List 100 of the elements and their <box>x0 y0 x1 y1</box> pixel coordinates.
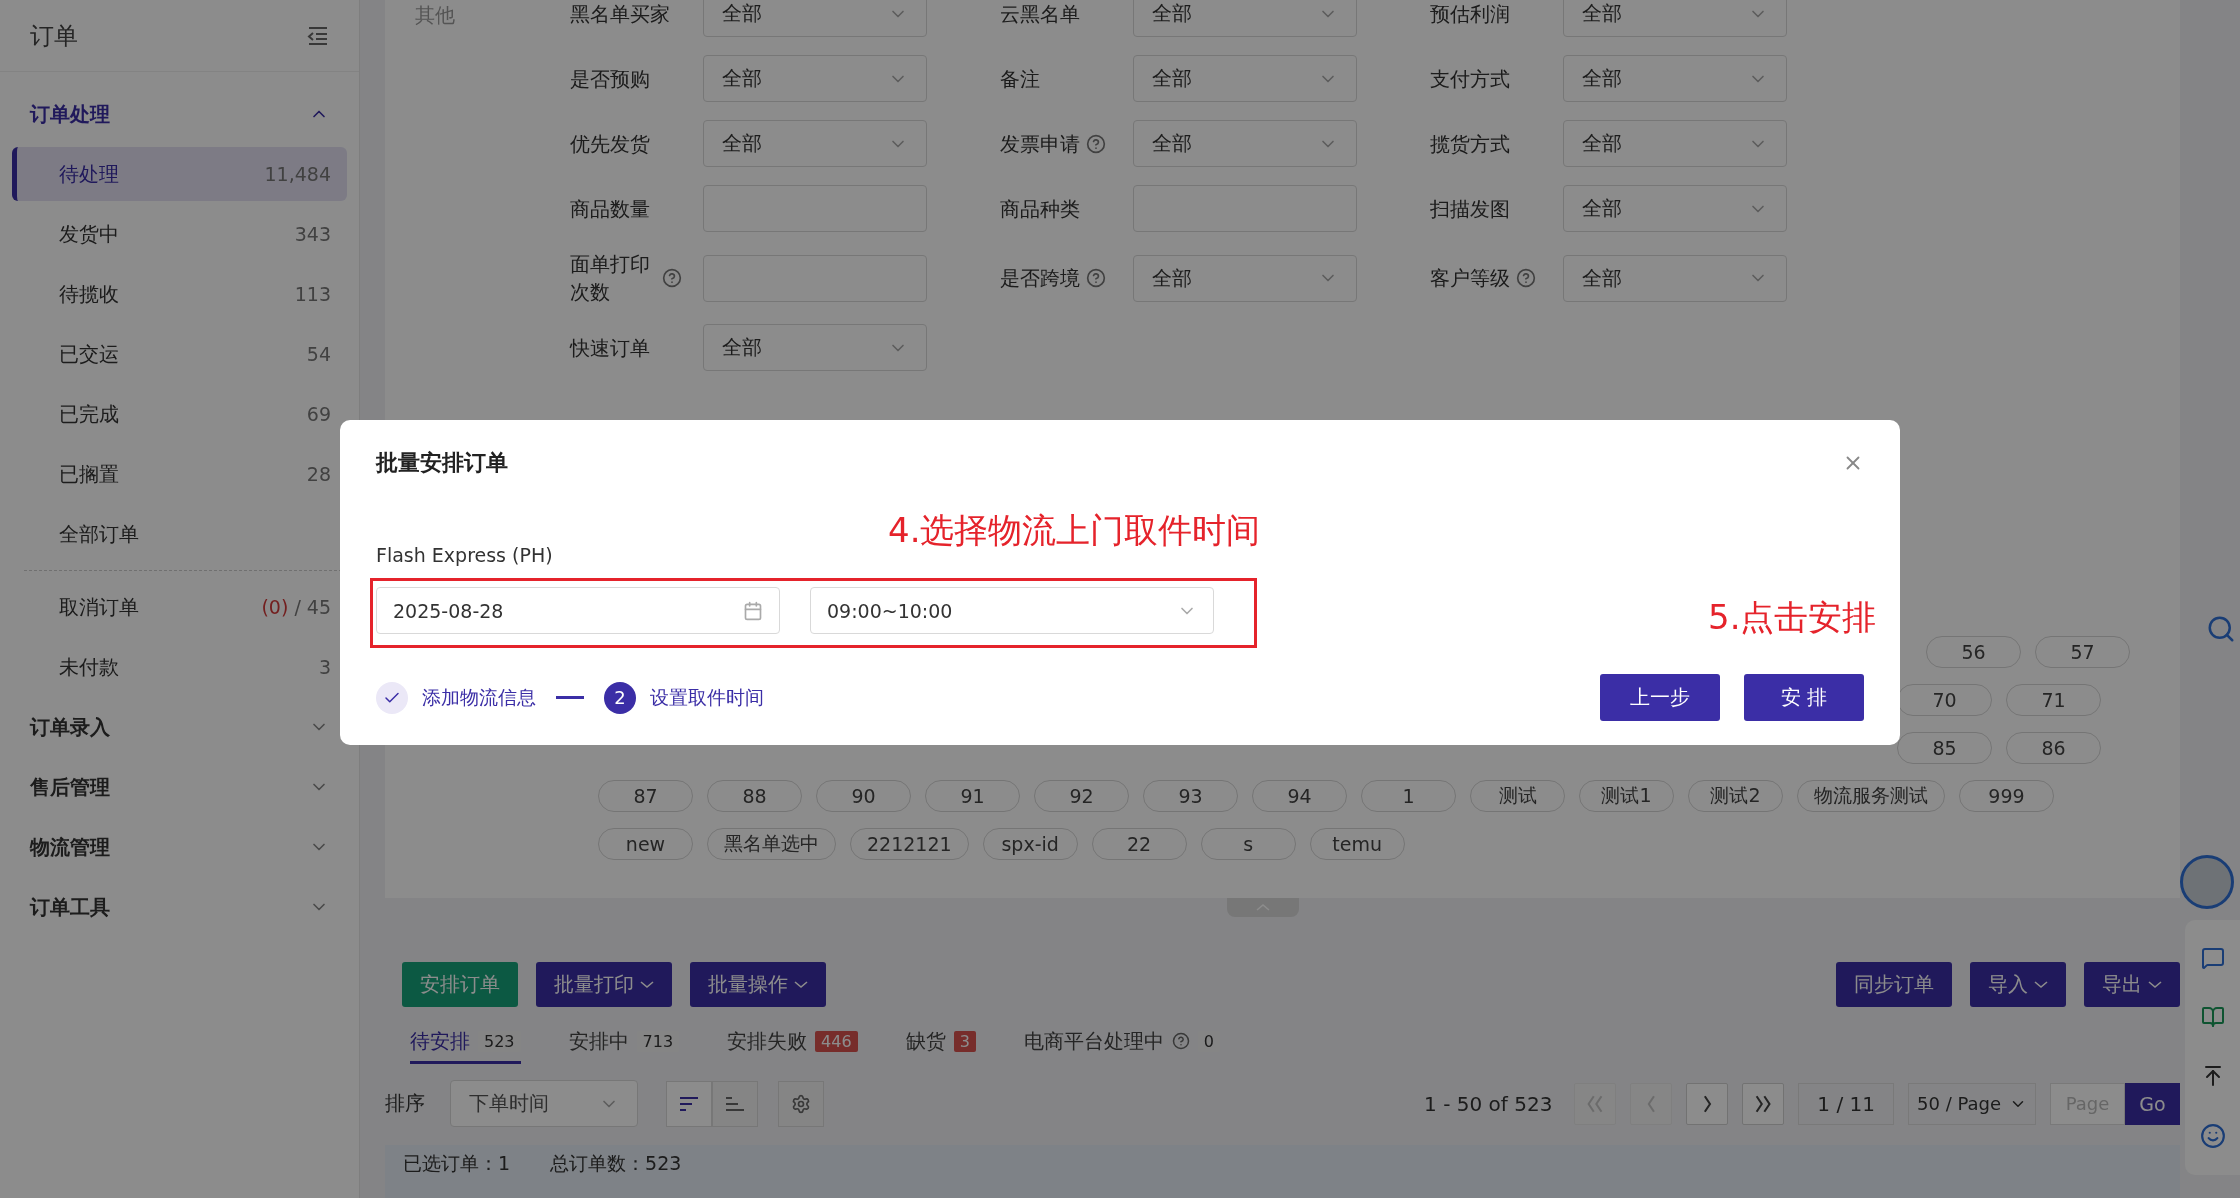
help-icon[interactable] <box>1516 268 1536 288</box>
step-label: 添加物流信息 <box>422 684 536 710</box>
caret-icon <box>2034 980 2048 988</box>
toolbar-button[interactable]: 导出 <box>2084 961 2180 1007</box>
sidebar-section[interactable]: 物流管理 <box>12 817 347 877</box>
filter-label: 揽货方式 <box>1430 130 1510 158</box>
sidebar-item-label: 已搁置 <box>59 460 119 488</box>
sidebar-section[interactable]: 订单处理 <box>12 84 347 144</box>
settings-button[interactable] <box>778 1081 824 1127</box>
sort-ascending-button[interactable] <box>712 1081 758 1127</box>
status-tab[interactable]: 电商平台处理中 0 <box>1023 1020 1220 1065</box>
item-count: 113 <box>294 283 331 305</box>
filter-label: 支付方式 <box>1430 65 1510 93</box>
sidebar-section[interactable]: 售后管理 <box>12 757 347 817</box>
book-icon[interactable] <box>2200 1004 2225 1029</box>
help-icon[interactable] <box>1171 1032 1190 1051</box>
toolbar-button[interactable]: 批量操作 <box>690 961 826 1007</box>
sidebar-item-label: 已完成 <box>59 400 119 428</box>
summary-text: 已选订单：1 <box>403 1151 511 1177</box>
status-tab[interactable]: 安排中 713 <box>568 1020 680 1065</box>
item-count: 54 <box>306 343 331 365</box>
filter-select[interactable]: 全部 <box>1563 185 1787 232</box>
caret-icon <box>640 980 654 988</box>
sidebar-item[interactable]: 已交运 54 <box>12 327 347 381</box>
filter-label: 扫描发图 <box>1430 195 1510 223</box>
sidebar-item[interactable]: 已完成 69 <box>12 387 347 441</box>
help-icon[interactable] <box>662 268 682 288</box>
sidebar-item-label: 取消订单 <box>59 593 139 621</box>
help-icon[interactable] <box>1086 268 1106 288</box>
item-count: 11,484 <box>264 163 331 185</box>
filter-select[interactable]: 全部 <box>703 120 927 167</box>
sidebar-section[interactable]: 订单工具 <box>12 877 347 937</box>
go-button[interactable]: Go <box>2125 1083 2180 1125</box>
filter-label: 商品数量 <box>570 195 650 223</box>
chat-icon[interactable] <box>2200 945 2225 970</box>
filter-label: 备注 <box>1000 65 1040 93</box>
tab-label: 待安排 <box>410 1027 470 1055</box>
filter-label: 是否跨境 <box>1000 265 1080 292</box>
tab-label: 安排中 <box>568 1027 629 1055</box>
tab-label: 电商平台处理中 <box>1023 1027 1164 1055</box>
status-tab[interactable]: 缺货 3 <box>905 1020 976 1065</box>
item-count: 28 <box>306 463 331 485</box>
status-tab[interactable]: 安排失败 446 <box>727 1020 858 1065</box>
filter-select[interactable]: 全部 <box>1133 55 1357 102</box>
toolbar-button[interactable]: 导入 <box>1970 961 2066 1007</box>
filter-select[interactable]: 全部 <box>1563 0 1787 37</box>
filter-select[interactable]: 全部 <box>1563 120 1787 167</box>
dialog-button[interactable]: 上一步 <box>1600 674 1720 721</box>
carrier-label: Flash Express (PH) <box>376 544 554 566</box>
filter-label: 黑名单买家 <box>570 0 670 28</box>
sidebar-item-label: 待处理 <box>59 160 119 188</box>
sidebar-section[interactable]: 订单录入 <box>12 697 347 757</box>
next-page-button[interactable] <box>1686 1083 1729 1125</box>
date-field[interactable]: 2025-08-28 <box>376 587 780 634</box>
step-indicator: 2 <box>604 681 636 714</box>
filter-label: 客户等级 <box>1430 265 1510 292</box>
item-count: 343 <box>294 223 331 245</box>
annotation-text: 4.选择物流上门取件时间 <box>888 509 1261 552</box>
search-icon[interactable] <box>2206 614 2236 644</box>
chevron-right-icon <box>1701 1095 1713 1113</box>
filter-select[interactable]: 全部 <box>1133 254 1357 302</box>
filter-select[interactable]: 全部 <box>703 55 927 102</box>
settings-icon <box>791 1094 811 1114</box>
collapse-menu-icon[interactable] <box>307 25 329 46</box>
chevron-left-icon <box>1645 1095 1657 1113</box>
tab-label: 安排失败 <box>727 1027 808 1055</box>
page-range: 1 - 50 of 523 <box>1424 1092 1553 1116</box>
filter-select[interactable]: 全部 <box>1133 0 1357 37</box>
filter-select[interactable]: 全部 <box>703 0 927 37</box>
toolbar-button[interactable]: 批量打印 <box>536 961 672 1007</box>
avatar[interactable] <box>2180 855 2234 909</box>
sort-select[interactable]: 下单时间 <box>450 1080 638 1128</box>
filter-select[interactable]: 全部 <box>1133 120 1357 167</box>
page-size-select[interactable]: 50 / Page <box>1908 1083 2036 1125</box>
filter-label: 面单打印次数 <box>570 251 651 306</box>
filter-select[interactable]: 全部 <box>703 324 927 371</box>
smiley-icon[interactable] <box>2199 1123 2226 1150</box>
dialog-button[interactable]: 安 排 <box>1744 674 1864 721</box>
dialog-title: 批量安排订单 <box>376 449 508 477</box>
last-page-button[interactable] <box>1742 1083 1785 1125</box>
tab-count: 3 <box>953 1030 976 1052</box>
sidebar-item-label: 待揽收 <box>59 280 119 308</box>
filter-select[interactable]: 全部 <box>1563 55 1787 102</box>
sidebar-item[interactable]: 待处理 11,484 <box>12 147 347 201</box>
sort-descending-button[interactable] <box>666 1081 712 1127</box>
sort-descending-icon <box>678 1095 700 1113</box>
filter-select[interactable]: 全部 <box>1563 254 1787 302</box>
filter-label: 优先发货 <box>570 130 650 158</box>
sidebar-title: 订单 <box>30 20 78 52</box>
caret-icon <box>794 980 808 988</box>
status-tab[interactable]: 待安排 523 <box>410 1020 521 1065</box>
time-select[interactable]: 09:00~10:00 <box>810 587 1214 634</box>
help-icon[interactable] <box>1086 133 1106 154</box>
page-indicator: 1 / 11 <box>1798 1083 1894 1125</box>
toolbar-button[interactable]: 安排订单 <box>402 961 518 1007</box>
item-count: 3 <box>318 656 331 678</box>
sidebar-item[interactable]: 待揽收 113 <box>12 267 347 321</box>
toolbar-button[interactable]: 同步订单 <box>1836 961 1952 1007</box>
sidebar-item-label: 发货中 <box>59 220 119 248</box>
sidebar-item[interactable]: 发货中 343 <box>12 207 347 261</box>
